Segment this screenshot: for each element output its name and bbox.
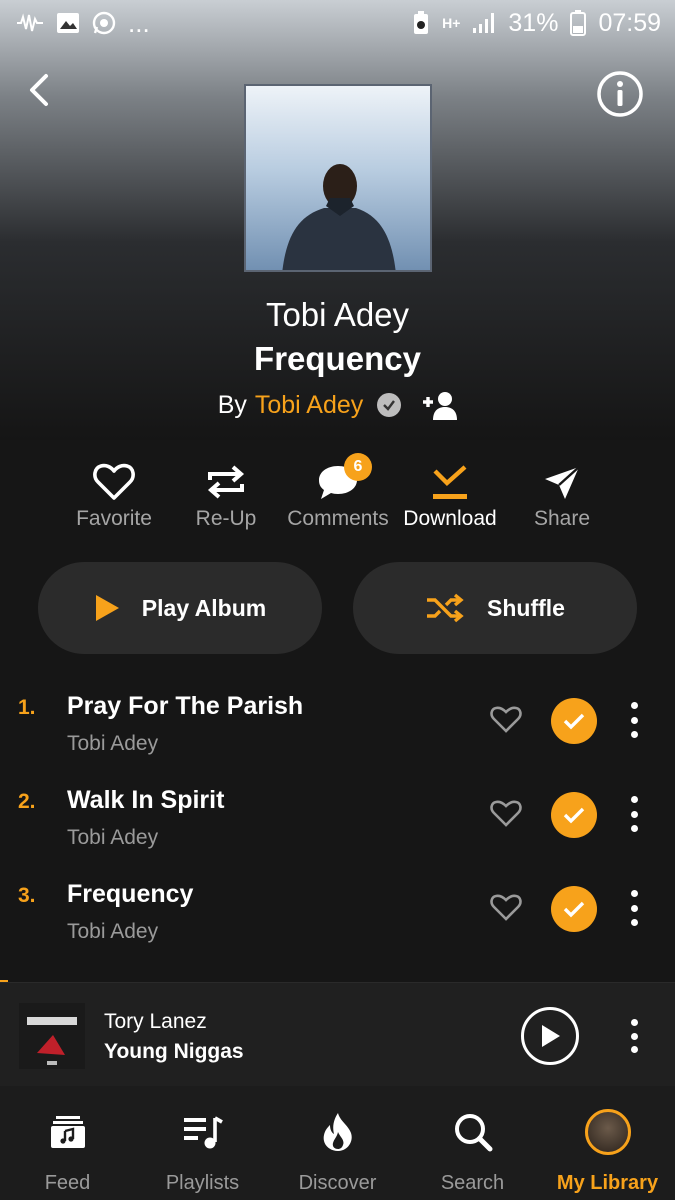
tab-discover-label: Discover [298,1172,377,1194]
now-playing-artwork [19,1003,85,1069]
downloaded-check-icon[interactable] [551,698,597,744]
share-label: Share [533,507,591,530]
share-icon [545,466,580,499]
share-action[interactable]: Share [506,455,618,531]
now-playing-bar[interactable]: Tory Lanez Young Niggas [0,982,675,1086]
favorite-label: Favorite [76,507,152,530]
bottom-tab-bar: Feed Playlists Discover Search My Librar… [0,1086,675,1200]
clock: 07:59 [598,8,661,37]
favorite-action[interactable]: Favorite [58,455,170,531]
verified-icon [377,393,402,417]
track-number: 1. [18,696,36,719]
fire-icon [323,1113,352,1151]
album-title: Frequency [254,340,421,377]
heart-icon[interactable] [490,894,522,922]
follow-artist-icon[interactable] [421,390,458,420]
repeat-icon [207,465,245,499]
download-icon [433,465,467,499]
track-title: Pray For The Parish [67,692,304,720]
shuffle-label: Shuffle [487,594,565,621]
by-line: By Tobi Adey [0,390,675,420]
info-button[interactable] [596,70,644,118]
more-options-icon[interactable] [626,702,642,738]
tab-feed-label: Feed [44,1172,91,1194]
avatar [584,1109,631,1155]
search-icon [454,1114,492,1152]
status-right: H+ 31% 07:59 [412,9,661,38]
more-options-icon[interactable] [626,890,642,926]
tab-search[interactable]: Search [405,1086,540,1200]
shuffle-button[interactable]: Shuffle [353,562,637,654]
gallery-icon [57,13,79,33]
comments-count-badge: 6 [344,453,372,481]
heart-icon[interactable] [490,800,522,828]
by-prefix: By [217,390,247,419]
reup-label: Re-Up [195,507,257,530]
status-dots: ... [128,7,150,38]
play-icon [95,595,119,621]
track-title: Walk In Spirit [67,786,225,814]
play-album-button[interactable]: Play Album [38,562,322,654]
battery-saver-icon [414,11,429,34]
track-row[interactable]: 1. Pray For The Parish Tobi Adey [0,676,675,770]
track-number: 2. [18,790,36,813]
downloaded-check-icon[interactable] [551,792,597,838]
playlists-icon [183,1116,223,1149]
chevron-left-icon [30,74,48,106]
feed-icon [50,1116,85,1148]
tab-feed[interactable]: Feed [0,1086,135,1200]
play-album-label: Play Album [141,594,267,621]
track-list: 1. Pray For The Parish Tobi Adey 2. Walk… [0,676,675,982]
tab-my-library-label: My Library [556,1172,659,1194]
shuffle-icon [427,593,464,623]
download-label: Download [403,507,497,530]
track-row[interactable]: 3. Frequency Tobi Adey [0,864,675,958]
back-button[interactable] [18,68,62,112]
track-artist: Tobi Adey [67,920,159,943]
album-artist: Tobi Adey [265,296,410,333]
whatsapp-icon [92,11,116,35]
heart-icon[interactable] [490,706,522,734]
heart-icon [93,463,135,500]
status-bar: ... H+ 31% 07:59 [0,0,675,46]
cover-art-image [246,86,430,270]
comments-label: Comments [287,507,389,530]
status-left: ... [16,8,150,39]
downloaded-check-icon[interactable] [551,886,597,932]
track-artist: Tobi Adey [67,732,159,755]
info-icon [597,71,643,117]
track-artist: Tobi Adey [67,826,159,849]
more-options-icon[interactable] [626,1019,642,1053]
tab-my-library[interactable]: My Library [540,1086,675,1200]
album-cover [244,84,432,272]
download-action[interactable]: Download [394,455,506,531]
now-playing-title: Young Niggas [104,1040,244,1063]
now-playing-artist: Tory Lanez [104,1010,207,1033]
battery-icon [570,10,587,36]
tab-search-label: Search [440,1172,505,1194]
by-artist-link[interactable]: Tobi Adey [255,391,363,420]
more-options-icon[interactable] [626,796,642,832]
tab-discover[interactable]: Discover [270,1086,405,1200]
reup-action[interactable]: Re-Up [170,455,282,531]
audiomack-notification-icon [17,13,43,32]
now-playing-play-button[interactable] [521,1007,579,1065]
track-number: 3. [18,884,36,907]
signal-icon [473,13,495,33]
play-icon [542,1025,560,1047]
comments-action[interactable]: 6 Comments [282,453,394,531]
track-title: Frequency [67,880,194,908]
tab-playlists[interactable]: Playlists [135,1086,270,1200]
tab-playlists-label: Playlists [165,1172,240,1194]
battery-percent: 31% [508,8,559,37]
album-actions: Favorite Re-Up 6 Comments Download Share [58,453,618,531]
network-type: H+ [442,15,461,31]
track-row[interactable]: 2. Walk In Spirit Tobi Adey [0,770,675,864]
